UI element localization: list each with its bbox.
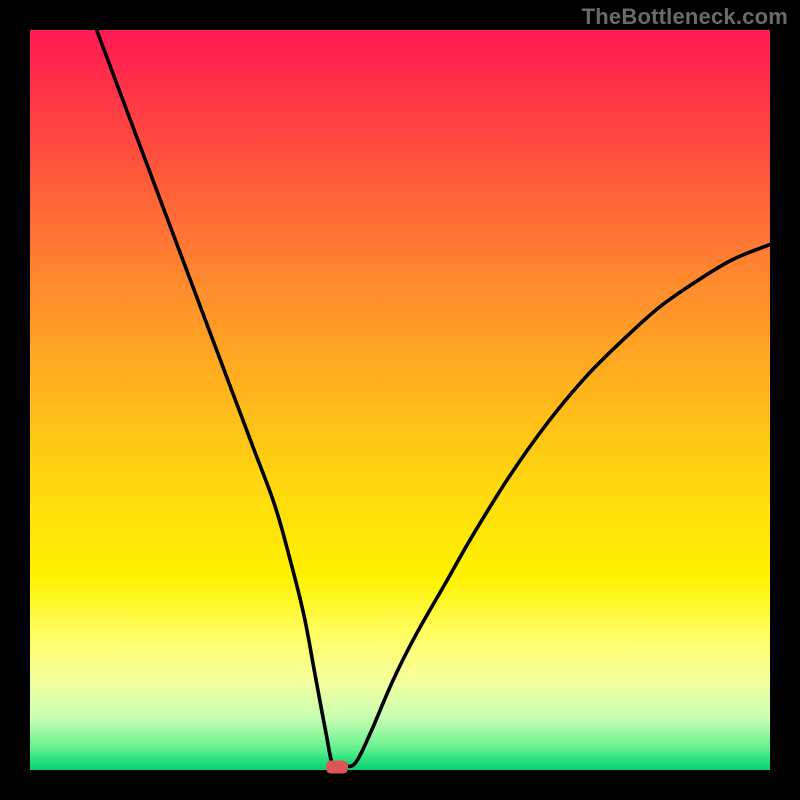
chart-frame: TheBottleneck.com xyxy=(0,0,800,800)
plot-area xyxy=(30,30,770,770)
chart-svg xyxy=(30,30,770,770)
watermark-label: TheBottleneck.com xyxy=(582,4,788,30)
bottleneck-curve xyxy=(97,30,770,769)
current-config-marker xyxy=(326,761,348,774)
